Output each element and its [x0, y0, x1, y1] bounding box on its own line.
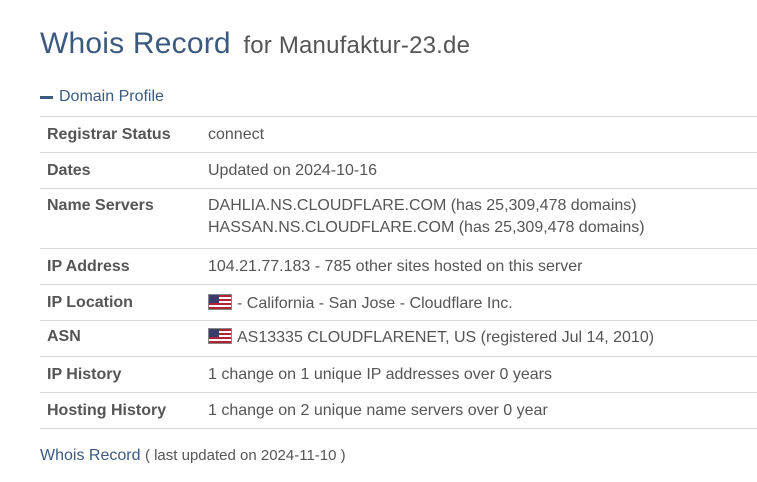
- row-label: Registrar Status: [40, 116, 208, 153]
- hosting-history-value[interactable]: 1 change on 2 unique name servers over 0…: [208, 392, 757, 429]
- whois-record-footer: Whois Record ( last updated on 2024-11-1…: [40, 447, 757, 465]
- us-flag-icon: [208, 328, 232, 344]
- row-label: ASN: [40, 320, 208, 357]
- collapse-minus-icon: [40, 95, 53, 99]
- page-title: Whois Record for Manufaktur-23.de: [40, 0, 757, 62]
- name-server-link[interactable]: HASSAN.NS.CLOUDFLARE.COM (has 25,309,478…: [208, 217, 757, 239]
- asn-text: AS13335 CLOUDFLARENET, US (registered Ju…: [237, 329, 655, 346]
- table-row: Dates Updated on 2024-10-16: [40, 152, 757, 189]
- registrar-status-value: connect: [208, 116, 757, 153]
- whois-record-link[interactable]: Whois Record: [40, 447, 140, 464]
- table-row: Hosting History 1 change on 2 unique nam…: [40, 392, 757, 429]
- ip-location-text: - California - San Jose - Cloudflare Inc…: [237, 295, 513, 312]
- row-label: Name Servers: [40, 188, 208, 249]
- us-flag-icon: [208, 294, 232, 310]
- name-server-link[interactable]: DAHLIA.NS.CLOUDFLARE.COM (has 25,309,478…: [208, 195, 757, 217]
- row-label: IP Address: [40, 248, 208, 285]
- table-row: Registrar Status connect: [40, 116, 757, 153]
- name-servers-value: DAHLIA.NS.CLOUDFLARE.COM (has 25,309,478…: [208, 188, 757, 249]
- domain-profile-table: Registrar Status connect Dates Updated o…: [40, 116, 757, 429]
- row-label: IP History: [40, 356, 208, 393]
- row-label: IP Location: [40, 284, 208, 321]
- table-row: IP Location - California - San Jose - Cl…: [40, 284, 757, 321]
- ip-location-value: - California - San Jose - Cloudflare Inc…: [208, 284, 757, 321]
- table-row: Name Servers DAHLIA.NS.CLOUDFLARE.COM (h…: [40, 188, 757, 249]
- table-row: IP History 1 change on 1 unique IP addre…: [40, 356, 757, 393]
- page-title-domain: for Manufaktur-23.de: [243, 32, 471, 59]
- last-updated-text: ( last updated on 2024-11-10 ): [144, 447, 346, 464]
- dates-value: Updated on 2024-10-16: [208, 152, 757, 189]
- ip-address-value[interactable]: 104.21.77.183 - 785 other sites hosted o…: [208, 248, 757, 285]
- ip-history-value[interactable]: 1 change on 1 unique IP addresses over 0…: [208, 356, 757, 393]
- domain-profile-toggle[interactable]: Domain Profile: [40, 86, 757, 108]
- page-title-main: Whois Record: [40, 27, 231, 60]
- whois-page: Whois Record for Manufaktur-23.de Domain…: [0, 0, 757, 465]
- asn-value: AS13335 CLOUDFLARENET, US (registered Ju…: [208, 320, 757, 357]
- row-label: Dates: [40, 152, 208, 189]
- domain-profile-title: Domain Profile: [59, 88, 164, 105]
- table-row: IP Address 104.21.77.183 - 785 other sit…: [40, 248, 757, 285]
- row-label: Hosting History: [40, 392, 208, 429]
- table-row: ASN AS13335 CLOUDFLARENET, US (registere…: [40, 320, 757, 357]
